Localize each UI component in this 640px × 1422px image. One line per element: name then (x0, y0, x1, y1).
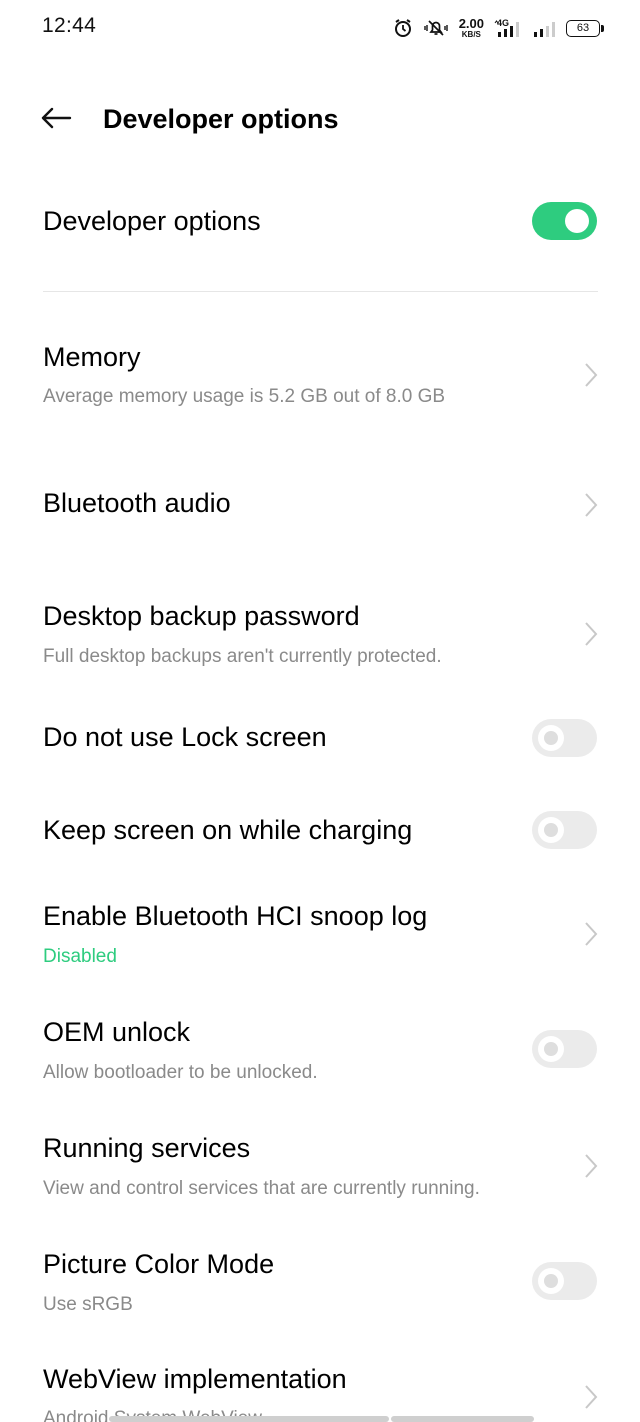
master-switch-label: Developer options (43, 206, 261, 236)
chevron-right-icon (585, 1154, 598, 1178)
do-not-use-lock-screen-toggle[interactable] (532, 719, 597, 757)
list-item-bluetooth-hci-snoop-log[interactable]: Enable Bluetooth HCI snoop log Disabled (0, 896, 640, 976)
list-item-desktop-backup-password[interactable]: Desktop backup password Full desktop bac… (0, 596, 640, 686)
gesture-bar-segment (109, 1416, 389, 1422)
item-subtitle: Average memory usage is 5.2 GB out of 8.… (43, 386, 446, 407)
item-title: Bluetooth audio (43, 488, 231, 518)
list-item-running-services[interactable]: Running services View and control servic… (0, 1128, 640, 1208)
item-subtitle: Allow bootloader to be unlocked. (43, 1062, 318, 1083)
developer-options-master-switch-row[interactable]: Developer options (0, 190, 640, 254)
battery-level: 63 (576, 22, 590, 34)
item-title: Enable Bluetooth HCI snoop log (43, 901, 428, 931)
item-subtitle: Use sRGB (43, 1294, 133, 1315)
toggle-knob (538, 1268, 564, 1294)
toggle-knob (538, 1036, 564, 1062)
item-title: Running services (43, 1133, 251, 1163)
battery-icon: 63 (566, 19, 604, 37)
chevron-right-icon (585, 493, 598, 517)
item-subtitle: Full desktop backups aren't currently pr… (43, 646, 442, 667)
item-subtitle: View and control services that are curre… (43, 1178, 480, 1199)
status-bar: 12:44 2.00 KB/S 4G 63 (0, 0, 640, 56)
status-time: 12:44 (42, 14, 97, 37)
app-header: Developer options (0, 90, 640, 150)
svg-text:4G: 4G (497, 18, 509, 28)
keep-screen-on-toggle[interactable] (532, 811, 597, 849)
chevron-right-icon (585, 622, 598, 646)
arrow-left-icon (40, 106, 72, 135)
list-item-oem-unlock[interactable]: OEM unlock Allow bootloader to be unlock… (0, 1012, 640, 1092)
gesture-bar-segment (391, 1416, 534, 1422)
item-title: Keep screen on while charging (43, 815, 413, 845)
page-title: Developer options (103, 104, 339, 134)
oem-unlock-toggle[interactable] (532, 1030, 597, 1068)
item-title: Picture Color Mode (43, 1249, 275, 1279)
list-item-bluetooth-audio[interactable]: Bluetooth audio (0, 476, 640, 536)
list-item-keep-screen-on[interactable]: Keep screen on while charging (0, 806, 640, 856)
toggle-knob (538, 817, 564, 843)
4g-signal-icon: 4G (494, 17, 522, 39)
mute-icon (423, 18, 449, 38)
network-speed-value: 2.00 (458, 16, 484, 31)
signal-icon (532, 17, 556, 39)
network-speed-unit: KB/S (461, 30, 481, 39)
item-title: Do not use Lock screen (43, 722, 327, 752)
back-button[interactable] (36, 102, 76, 138)
list-item-picture-color-mode[interactable]: Picture Color Mode Use sRGB (0, 1244, 640, 1324)
chevron-right-icon (585, 363, 598, 387)
item-status: Disabled (43, 946, 117, 967)
list-item-webview-implementation[interactable]: WebView implementation Android System We… (0, 1360, 640, 1422)
list-item-memory[interactable]: Memory Average memory usage is 5.2 GB ou… (0, 336, 640, 426)
item-title: WebView implementation (43, 1364, 347, 1394)
gesture-navigation-bar[interactable] (109, 1416, 534, 1422)
chevron-right-icon (585, 1385, 598, 1409)
network-speed: 2.00 KB/S (459, 17, 484, 39)
status-icons: 2.00 KB/S 4G 63 (393, 14, 604, 42)
item-title: OEM unlock (43, 1017, 191, 1047)
chevron-right-icon (585, 922, 598, 946)
divider (43, 291, 598, 292)
toggle-knob (565, 209, 589, 233)
item-title: Desktop backup password (43, 601, 360, 631)
developer-options-toggle[interactable] (532, 202, 597, 240)
item-title: Memory (43, 342, 141, 372)
toggle-knob (538, 725, 564, 751)
picture-color-mode-toggle[interactable] (532, 1262, 597, 1300)
alarm-icon (393, 18, 413, 38)
list-item-do-not-use-lock-screen[interactable]: Do not use Lock screen (0, 714, 640, 764)
